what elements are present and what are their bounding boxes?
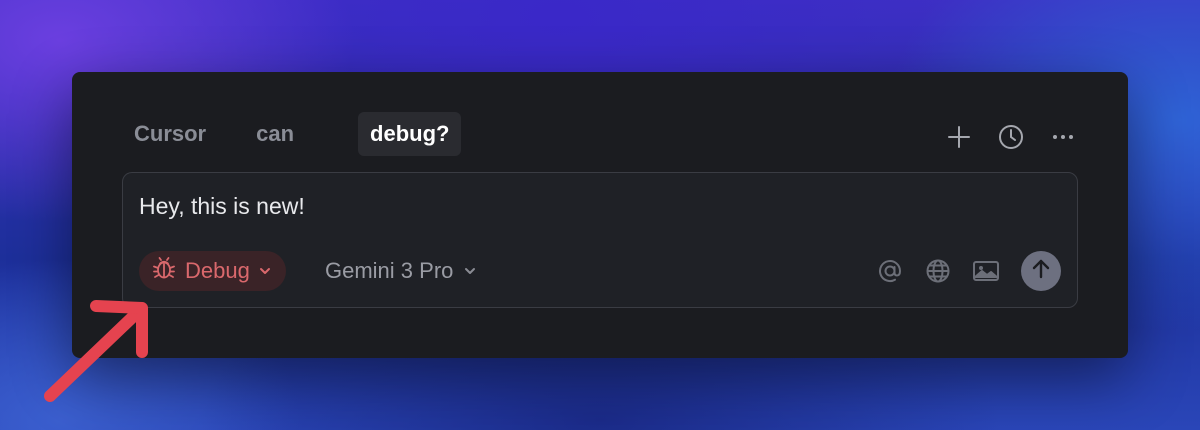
annotation-arrow-icon bbox=[36, 296, 166, 421]
send-arrow-icon bbox=[1030, 258, 1052, 285]
mode-selector[interactable]: Debug bbox=[139, 251, 286, 291]
tab-can[interactable]: can bbox=[244, 112, 306, 156]
chevron-down-icon bbox=[463, 258, 477, 284]
more-icon[interactable] bbox=[1048, 122, 1078, 152]
tab-debug[interactable]: debug? bbox=[358, 112, 462, 156]
globe-icon[interactable] bbox=[923, 256, 953, 286]
plus-icon[interactable] bbox=[944, 122, 974, 152]
send-button[interactable] bbox=[1021, 251, 1061, 291]
composer-actions bbox=[875, 251, 1061, 291]
model-selector[interactable]: Gemini 3 Pro bbox=[325, 251, 477, 291]
history-icon[interactable] bbox=[996, 122, 1026, 152]
tab-cursor[interactable]: Cursor bbox=[122, 112, 218, 156]
chevron-down-icon bbox=[258, 258, 272, 284]
bug-icon bbox=[151, 255, 177, 287]
panel-toolbar bbox=[944, 122, 1078, 152]
image-icon[interactable] bbox=[971, 256, 1001, 286]
at-mention-icon[interactable] bbox=[875, 256, 905, 286]
chat-panel: Cursor can debug? Hey, this is new! Debu… bbox=[72, 72, 1128, 358]
tab-bar: Cursor can debug? bbox=[122, 112, 462, 156]
model-label: Gemini 3 Pro bbox=[325, 258, 454, 283]
message-composer[interactable]: Hey, this is new! Debug Gemini 3 Pro bbox=[122, 172, 1078, 308]
mode-label: Debug bbox=[185, 258, 250, 283]
message-input[interactable]: Hey, this is new! bbox=[139, 193, 305, 220]
